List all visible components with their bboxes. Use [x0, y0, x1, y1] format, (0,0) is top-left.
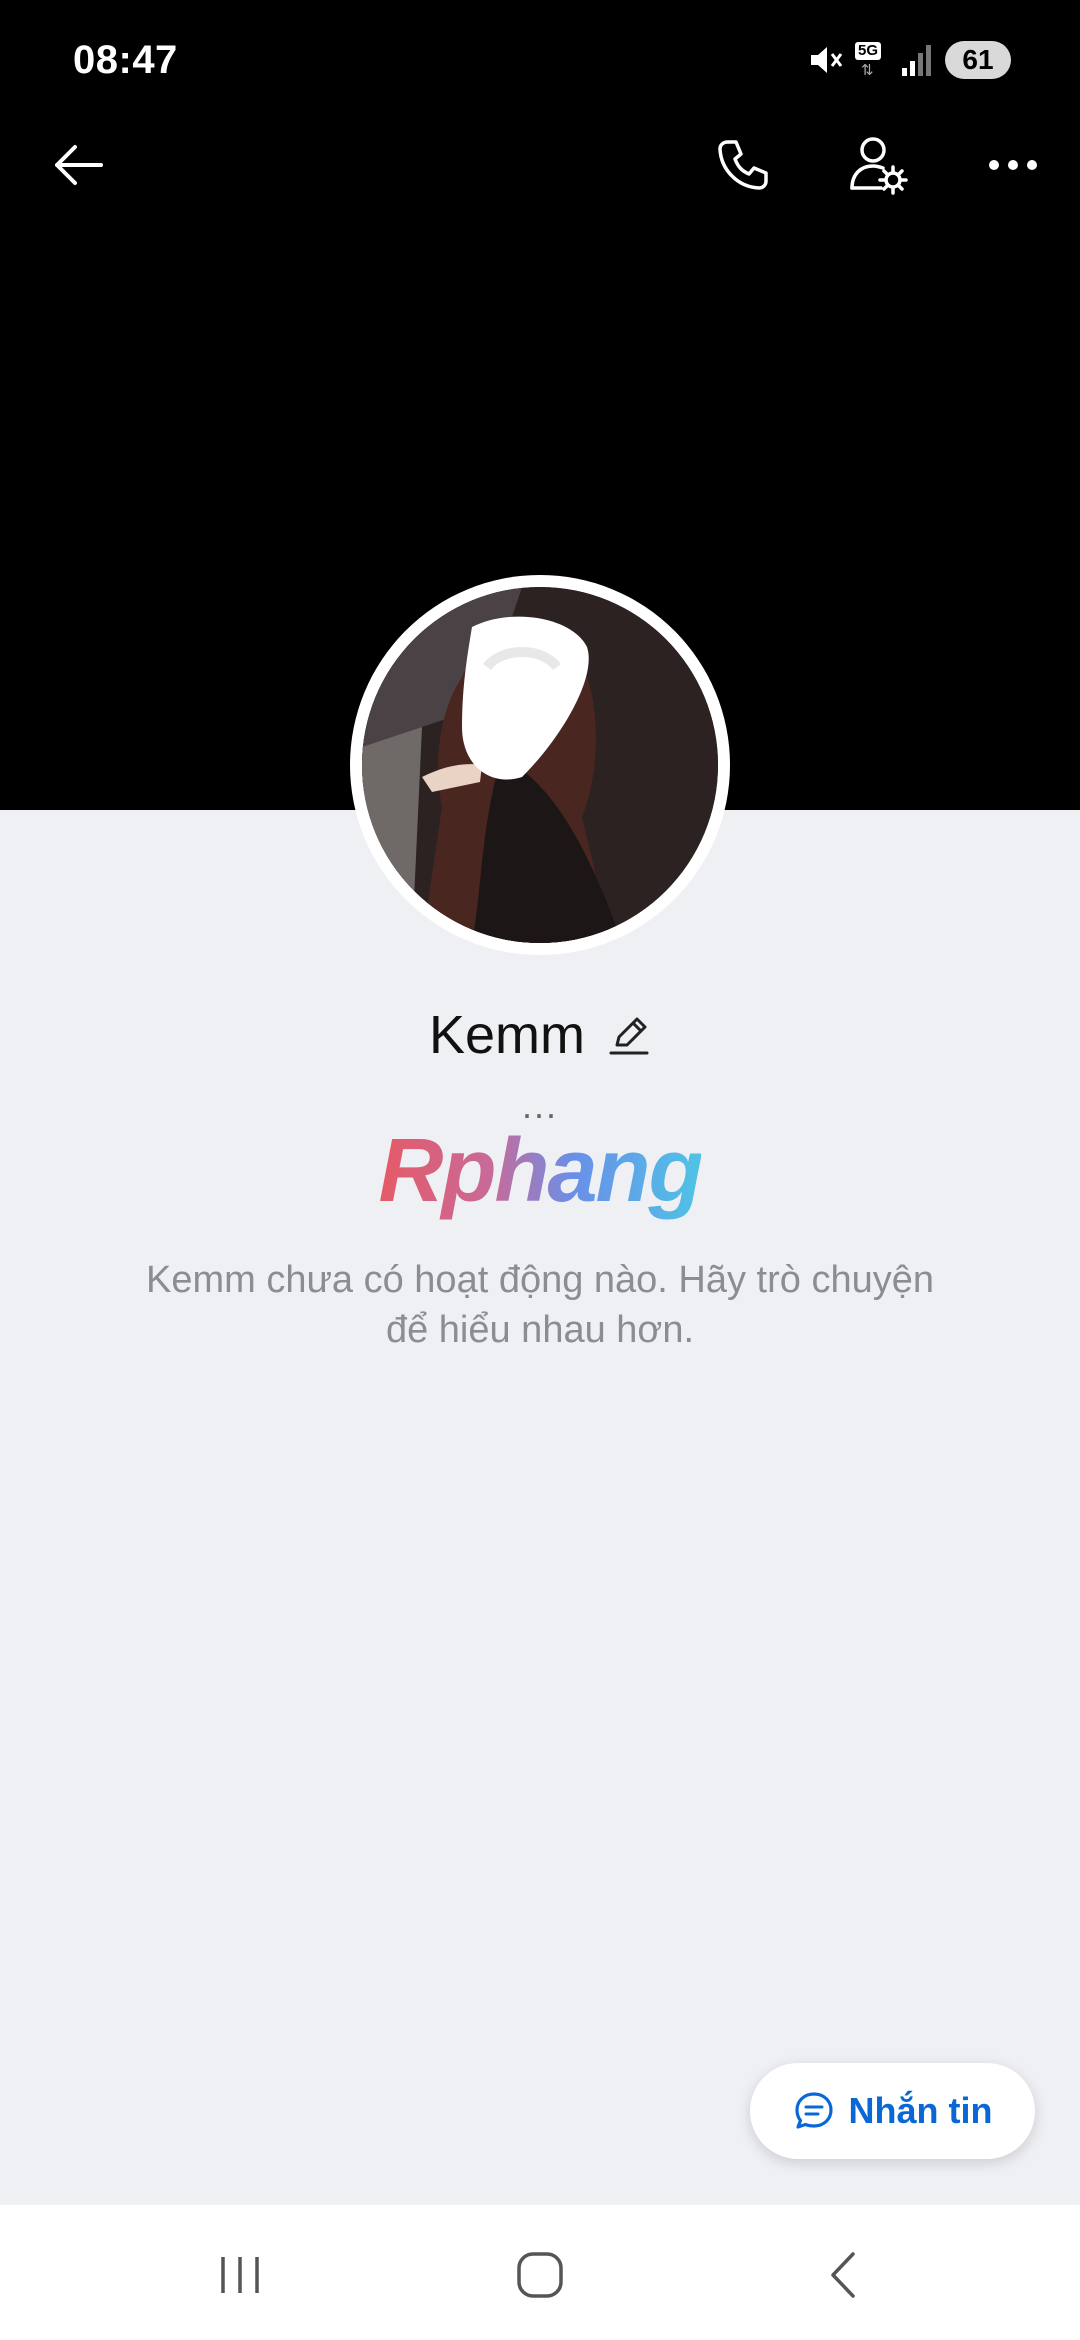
chat-bubble-icon [794, 2092, 833, 2129]
back-arrow-icon [55, 145, 103, 185]
call-button[interactable] [703, 125, 783, 205]
avatar[interactable] [362, 587, 718, 943]
avatar-frame[interactable] [350, 575, 730, 955]
signal-icon [902, 45, 931, 76]
system-nav-bar [0, 2205, 1080, 2340]
status-time: 08:47 [73, 38, 178, 82]
more-options-button[interactable] [973, 125, 1053, 205]
avatar-image [362, 587, 718, 943]
message-button-label: Nhắn tin [848, 2090, 993, 2131]
watermark-logo: Rphang [378, 1121, 704, 1221]
profile-name: Kemm [428, 1005, 585, 1065]
more-icon [989, 160, 1037, 170]
edit-name-icon[interactable] [607, 1013, 651, 1057]
battery-indicator: 61 [945, 41, 1011, 79]
system-back-button[interactable] [803, 2245, 883, 2305]
status-bar: 08:47 5G ⇅ 61 [0, 0, 1080, 120]
back-button[interactable] [38, 125, 118, 205]
profile-settings-button[interactable] [838, 125, 918, 205]
message-button[interactable]: Nhắn tin [750, 2063, 1035, 2159]
mute-icon [811, 47, 843, 73]
network-5g-icon: 5G ⇅ [855, 42, 889, 79]
profile-name-row: Kemm [0, 1000, 1080, 1070]
recent-apps-icon [221, 2257, 259, 2293]
user-settings-icon [850, 137, 908, 195]
home-button[interactable] [500, 2245, 580, 2305]
home-icon [517, 2252, 563, 2298]
phone-icon [718, 140, 768, 190]
chevron-left-icon [831, 2252, 855, 2298]
recent-apps-button[interactable] [200, 2245, 280, 2305]
empty-activity-message: Kemm chưa có hoạt động nào. Hãy trò chuy… [146, 1259, 934, 1351]
top-bar [0, 120, 1080, 210]
